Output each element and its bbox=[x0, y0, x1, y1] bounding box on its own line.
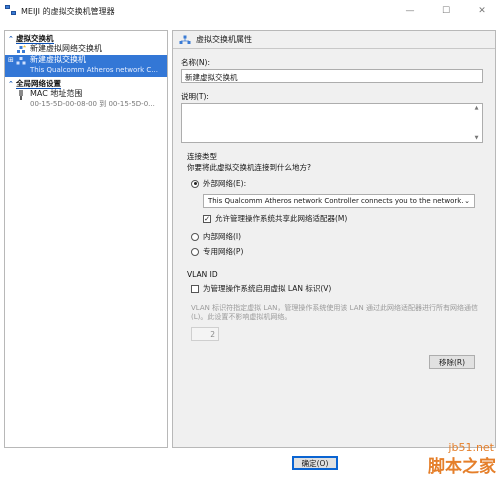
connection-type-title: 连接类型 bbox=[187, 152, 217, 161]
tree-item-mac-range[interactable]: MAC 地址范围 00-15-5D-00-08-00 到 00-15-5D-0.… bbox=[5, 89, 167, 111]
notes-textarea[interactable]: ▲ ▼ bbox=[181, 103, 483, 143]
panel-header: 虚拟交换机属性 bbox=[173, 31, 495, 49]
enable-vlan-checkbox[interactable]: 为管理操作系统启用虚拟 LAN 标识(V) bbox=[191, 283, 331, 294]
window-title: MEIJI 的虚拟交换机管理器 bbox=[21, 6, 115, 16]
title-bar: MEIJI 的虚拟交换机管理器 — ☐ ✕ bbox=[0, 0, 500, 22]
collapse-icon: ⌃ bbox=[8, 34, 14, 43]
network-adapter-select[interactable]: This Qualcomm Atheros network Controller… bbox=[203, 194, 475, 208]
vlan-id-input[interactable]: 2 bbox=[191, 327, 219, 341]
external-network-radio[interactable]: 外部网络(E): bbox=[191, 178, 246, 189]
connection-question: 你要将此虚拟交换机连接到什么地方? bbox=[187, 163, 311, 172]
vlan-id-title: VLAN ID bbox=[187, 270, 218, 279]
network-switch-star-icon bbox=[16, 45, 26, 55]
private-network-radio[interactable]: 专用网络(P) bbox=[191, 246, 243, 257]
name-input[interactable]: 新建虚拟交换机 bbox=[181, 69, 483, 83]
tree-item-selected-switch[interactable]: ⊞ 新建虚拟交换机 This Qualcomm Atheros network … bbox=[5, 55, 167, 77]
expand-icon[interactable]: ⊞ bbox=[8, 56, 14, 64]
maximize-button[interactable]: ☐ bbox=[428, 0, 464, 22]
mac-address-icon bbox=[16, 90, 26, 100]
panel-title: 虚拟交换机属性 bbox=[196, 35, 252, 44]
radio-dot bbox=[191, 179, 199, 188]
name-label: 名称(N): bbox=[181, 58, 210, 67]
tree-item-new-network-switch[interactable]: 新建虚拟网络交换机 bbox=[5, 44, 167, 55]
watermark-brand: 脚本之家 bbox=[428, 457, 496, 477]
navigation-pane: ⌃ 虚拟交换机 新建虚拟网络交换机 ⊞ 新建虚拟交换机 This Qualcom… bbox=[4, 30, 168, 448]
collapse-icon: ⌃ bbox=[8, 79, 14, 88]
internal-network-radio[interactable]: 内部网络(I) bbox=[191, 231, 241, 242]
app-icon bbox=[5, 5, 17, 17]
remove-button[interactable]: 移除(R) bbox=[429, 355, 475, 369]
close-button[interactable]: ✕ bbox=[464, 0, 500, 22]
ok-button[interactable]: 确定(O) bbox=[292, 456, 338, 470]
notes-scrollbar[interactable]: ▲ ▼ bbox=[472, 105, 481, 141]
properties-panel: 虚拟交换机属性 名称(N): 新建虚拟交换机 说明(T): ▲ ▼ 连接类型 你要… bbox=[172, 30, 496, 448]
section-global-network-settings[interactable]: ⌃ 全局网络设置 bbox=[5, 78, 167, 89]
network-switch-icon bbox=[16, 56, 26, 66]
checkbox-checked: ✓ bbox=[203, 214, 211, 223]
notes-label: 说明(T): bbox=[181, 92, 209, 101]
allow-management-os-checkbox[interactable]: ✓ 允许管理操作系统共享此网络适配器(M) bbox=[203, 213, 347, 224]
chevron-down-icon: ⌄ bbox=[464, 197, 470, 205]
minimize-button[interactable]: — bbox=[392, 0, 428, 22]
network-switch-icon bbox=[179, 35, 191, 45]
section-virtual-switches[interactable]: ⌃ 虚拟交换机 bbox=[5, 33, 167, 44]
vlan-description: VLAN 标识符指定虚拟 LAN，管理操作系统使用该 LAN 通过此网络适配器进… bbox=[191, 304, 478, 321]
